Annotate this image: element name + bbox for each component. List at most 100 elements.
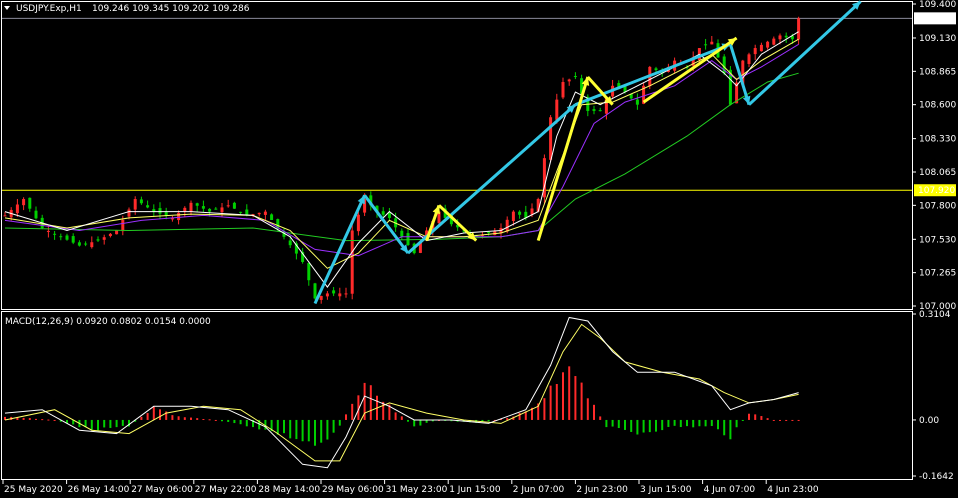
candle-body (319, 295, 323, 300)
candle-body (381, 211, 385, 215)
macd-histogram-bar (760, 416, 763, 420)
macd-title: MACD(12,26,9) 0.0920 0.0802 0.0154 0.000… (5, 317, 211, 327)
horizontal-level-label: 107.920 (918, 186, 955, 196)
candle-body (511, 211, 515, 221)
candle-body (555, 99, 559, 120)
price-tick-label: 107.800 (919, 201, 956, 211)
candle-body (518, 211, 522, 215)
macd-histogram-bar (351, 403, 354, 420)
macd-histogram-bar (121, 419, 124, 426)
macd-histogram-bar (239, 419, 242, 425)
dropdown-triangle-icon[interactable] (4, 6, 10, 10)
macd-histogram-bar (549, 385, 552, 420)
macd-histogram-bar (196, 418, 199, 420)
macd-histogram-bar (140, 416, 143, 420)
cyan-trend-arrow (363, 194, 410, 255)
time-tick-label: 28 May 14:00 (258, 485, 320, 495)
macd-histogram-bar (791, 419, 794, 421)
macd-histogram-bar (611, 419, 614, 427)
time-tick-label: 29 May 06:00 (322, 485, 384, 495)
macd-histogram-bar (586, 398, 589, 420)
candle-body (530, 208, 534, 215)
macd-histogram-bar (617, 419, 620, 429)
macd-histogram-bar (171, 415, 174, 420)
macd-histogram-bar (407, 419, 409, 422)
candle-body (753, 48, 757, 55)
macd-histogram-bar (487, 419, 490, 422)
time-tick-label: 4 Jun 23:00 (767, 485, 819, 495)
yellow-trend-arrow (642, 36, 738, 104)
macd-histogram-bar (748, 413, 750, 420)
candle-body (214, 208, 218, 210)
macd-histogram-bar (673, 419, 676, 426)
candle-body (406, 233, 410, 245)
macd-main-line (4, 316, 799, 469)
candle-body (747, 54, 751, 64)
macd-histogram-bar (289, 419, 292, 439)
macd-histogram-bar (642, 419, 645, 433)
macd-histogram-bar (568, 366, 571, 420)
macd-histogram-bar (276, 419, 279, 435)
candle-body (704, 44, 708, 46)
macd-histogram-bar (413, 419, 416, 427)
macd-histogram-bar (338, 419, 341, 426)
price-tick-label: 109.400 (919, 0, 956, 10)
macd-plot-frame (1, 311, 913, 480)
candle-body (15, 204, 19, 214)
candle-body (338, 293, 342, 297)
time-tick-label: 25 May 2020 (4, 485, 63, 495)
candle-body (549, 117, 553, 160)
candle-body (344, 293, 348, 295)
price-tick-label: 108.330 (919, 135, 956, 145)
macd-signal-line (4, 323, 799, 462)
macd-histogram-bar (326, 419, 329, 440)
candle-body (96, 239, 100, 241)
candle-body (220, 207, 224, 213)
macd-histogram-bar (103, 419, 106, 428)
candle-body (257, 212, 261, 215)
candle-body (84, 243, 88, 245)
candle-body (487, 231, 491, 234)
macd-histogram-bar (295, 419, 298, 440)
macd-histogram-bar (283, 419, 285, 434)
candle-body (121, 220, 125, 232)
macd-histogram-bar (41, 419, 44, 421)
candle-body (139, 199, 143, 204)
macd-histogram-bar (109, 419, 112, 428)
candle-body (759, 44, 763, 52)
macd-histogram-bar (301, 419, 304, 442)
candle-body (400, 230, 404, 237)
macd-histogram-bar (797, 419, 800, 421)
macd-histogram-bar (146, 413, 149, 420)
macd-histogram-bar (97, 419, 99, 431)
macd-histogram-bar (754, 414, 757, 420)
candle-body (784, 35, 788, 38)
candle-body (710, 41, 714, 45)
candle-body (387, 212, 391, 218)
time-tick-label: 27 May 06:00 (131, 485, 193, 495)
candle-body (332, 290, 336, 294)
macd-histogram-bar (599, 416, 602, 420)
candle-body (325, 293, 329, 297)
chart-canvas: 109.400 109.130 108.865 108.600 108.330 108.0… (1, 0, 956, 495)
candle-body (127, 209, 131, 217)
candle-body (115, 230, 119, 235)
cyan-trend-arrow (313, 194, 366, 305)
macd-histogram-bar (214, 419, 217, 421)
macd-histogram-bar (314, 419, 316, 446)
candle-body (201, 206, 205, 209)
macd-histogram-bar (202, 419, 205, 421)
time-tick-label: 4 Jun 07:00 (704, 485, 756, 495)
macd-histogram-bar (90, 419, 93, 430)
macd-histogram-bar (208, 419, 211, 421)
cyan-trend-arrow (747, 0, 862, 106)
macd-histogram-bar (245, 419, 248, 427)
price-tick-label: 108.065 (919, 168, 956, 178)
macd-histogram-bar (307, 419, 310, 442)
macd-histogram-bar (593, 404, 595, 420)
macd-histogram-bar (400, 416, 403, 420)
macd-histogram-bar (221, 419, 223, 422)
candle-body (313, 283, 317, 299)
candle-body (195, 203, 199, 206)
macd-tick-label: -0.1642 (919, 472, 954, 482)
